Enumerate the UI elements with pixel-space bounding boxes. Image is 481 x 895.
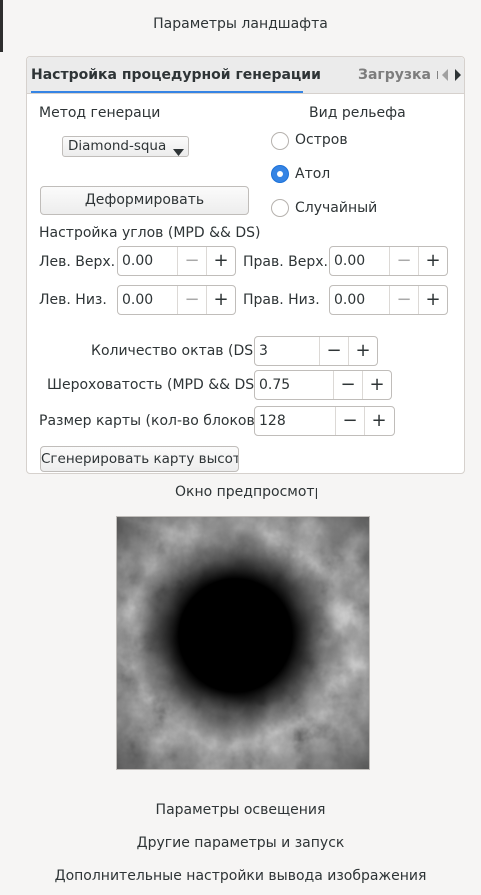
section-header-terrain-params[interactable]: Параметры ландшафта xyxy=(0,16,481,32)
roughness-decrement-button[interactable]: − xyxy=(333,371,362,399)
tab-procedural-generation[interactable]: Настройка процедурной генерации xyxy=(31,57,321,93)
roughness-label: Шероховатость (MPD && DS) xyxy=(47,377,260,393)
map-size-decrement-button[interactable]: − xyxy=(335,407,364,435)
corner-bottom-left-value[interactable]: 0.00 xyxy=(122,286,153,314)
corner-bottom-right-label: Прав. Низ. xyxy=(243,292,320,308)
roughness-value[interactable]: 0.75 xyxy=(259,371,290,399)
relief-radio-island[interactable] xyxy=(271,132,289,150)
corner-bottom-right-decrement-button[interactable]: − xyxy=(389,286,418,314)
corner-top-right-label: Прав. Верх. xyxy=(243,254,328,270)
corner-bottom-right-spinner[interactable]: 0.00 − + xyxy=(329,285,448,315)
relief-radio-atoll[interactable] xyxy=(271,165,289,183)
map-size-label: Размер карты (кол-во блоков) xyxy=(39,413,261,429)
tab-bar: Настройка процедурной генерации Загрузка… xyxy=(27,57,464,94)
corners-label: Настройка углов (MPD && DS) xyxy=(39,225,261,241)
octaves-spinner[interactable]: 3 − + xyxy=(254,336,378,366)
heightmap-preview-image xyxy=(116,516,370,770)
tab-load-map[interactable]: Загрузка ка xyxy=(358,57,438,93)
roughness-spinner[interactable]: 0.75 − + xyxy=(254,370,392,400)
map-size-increment-button[interactable]: + xyxy=(364,407,393,435)
deform-button[interactable]: Деформировать xyxy=(40,186,249,215)
section-output-settings[interactable]: Дополнительные настройки вывода изображе… xyxy=(0,868,481,884)
generate-heightmap-button[interactable]: Сгенерировать карту высот xyxy=(40,446,239,472)
corner-top-left-label: Лев. Верх. xyxy=(39,254,116,270)
relief-option-random[interactable]: Случайный xyxy=(295,200,377,216)
preview-title: Окно предпросмотр xyxy=(175,484,317,500)
map-size-value[interactable]: 128 xyxy=(259,407,286,435)
procedural-generation-panel: Настройка процедурной генерации Загрузка… xyxy=(26,56,465,474)
corner-top-left-spinner[interactable]: 0.00 − + xyxy=(117,246,236,276)
corner-bottom-right-increment-button[interactable]: + xyxy=(418,286,447,314)
corner-top-left-increment-button[interactable]: + xyxy=(206,247,235,275)
roughness-increment-button[interactable]: + xyxy=(362,371,391,399)
triangle-right-icon[interactable] xyxy=(453,68,464,82)
relief-option-atoll[interactable]: Атол xyxy=(295,166,330,182)
octaves-label: Количество октав (DS) xyxy=(91,343,259,359)
corner-top-left-value[interactable]: 0.00 xyxy=(122,247,153,275)
corner-top-right-decrement-button[interactable]: − xyxy=(389,247,418,275)
corner-top-left-decrement-button[interactable]: − xyxy=(177,247,206,275)
octaves-value[interactable]: 3 xyxy=(259,337,268,365)
section-other-params-launch[interactable]: Другие параметры и запуск xyxy=(0,835,481,851)
method-label: Метод генераци xyxy=(39,105,161,121)
corner-bottom-right-value[interactable]: 0.00 xyxy=(334,286,365,314)
corner-top-right-value[interactable]: 0.00 xyxy=(334,247,365,275)
relief-radio-random[interactable] xyxy=(271,199,289,217)
relief-label: Вид рельефа xyxy=(309,105,406,121)
method-combobox[interactable]: Diamond-squa xyxy=(62,136,189,157)
triangle-left-icon[interactable] xyxy=(440,68,452,82)
relief-option-island[interactable]: Остров xyxy=(295,132,348,148)
corner-top-right-increment-button[interactable]: + xyxy=(418,247,447,275)
octaves-increment-button[interactable]: + xyxy=(348,337,377,365)
octaves-decrement-button[interactable]: − xyxy=(319,337,348,365)
map-size-spinner[interactable]: 128 − + xyxy=(254,406,395,436)
corner-bottom-left-label: Лев. Низ. xyxy=(39,292,107,308)
corner-bottom-left-increment-button[interactable]: + xyxy=(206,286,235,314)
corner-top-right-spinner[interactable]: 0.00 − + xyxy=(329,246,448,276)
section-lighting-params[interactable]: Параметры освещения xyxy=(0,802,481,818)
corner-bottom-left-decrement-button[interactable]: − xyxy=(177,286,206,314)
triangle-down-icon xyxy=(173,143,184,156)
method-value: Diamond-squa xyxy=(68,138,167,154)
corner-bottom-left-spinner[interactable]: 0.00 − + xyxy=(117,285,236,315)
